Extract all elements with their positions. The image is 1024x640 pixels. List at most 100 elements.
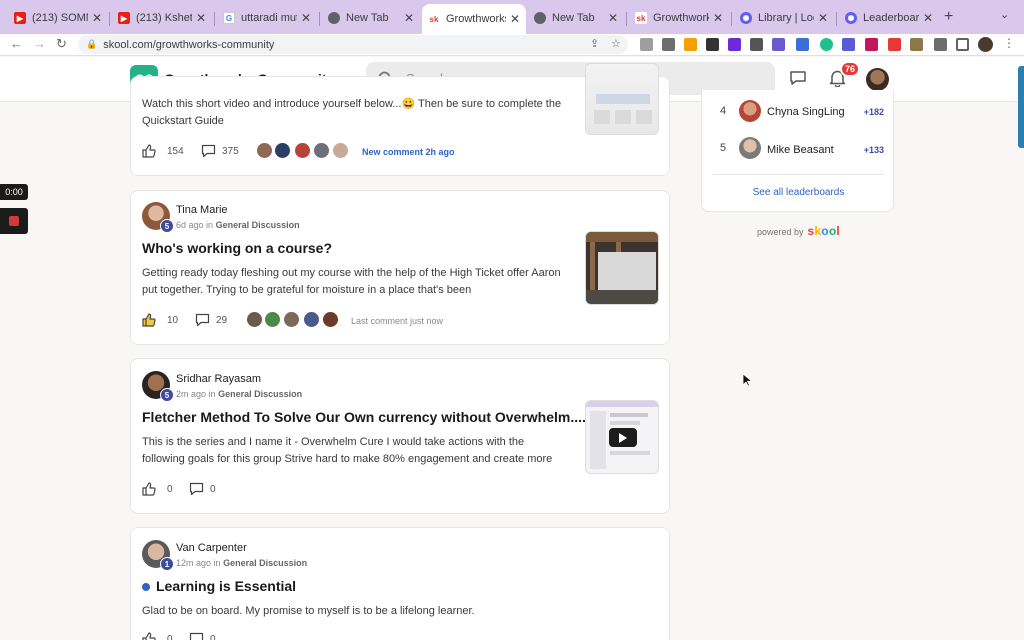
- category-link[interactable]: General Discussion: [223, 558, 307, 568]
- divider: [713, 174, 884, 175]
- leaderboard-rank: 5: [720, 142, 727, 154]
- close-tab-icon[interactable]: ✕: [196, 11, 206, 25]
- close-tab-icon[interactable]: ✕: [301, 11, 311, 25]
- like-icon-filled[interactable]: [142, 313, 156, 327]
- leaderboard-avatar[interactable]: [739, 100, 761, 122]
- tab-search-icon[interactable]: ⌄: [1000, 8, 1009, 21]
- level-badge: 5: [160, 388, 174, 402]
- last-comment-time[interactable]: Last comment just now: [351, 316, 443, 326]
- chrome-icon: [328, 12, 340, 24]
- post-title[interactable]: Learning is Essential: [156, 578, 296, 594]
- extension-icon[interactable]: [772, 38, 785, 51]
- close-tab-icon[interactable]: ✕: [510, 12, 520, 26]
- like-count: 0: [167, 634, 173, 640]
- leaderboard-rank: 4: [720, 105, 727, 117]
- level-badge: 5: [160, 219, 174, 233]
- comment-icon[interactable]: [195, 313, 210, 327]
- share-icon[interactable]: ⇪: [590, 37, 599, 50]
- leaderboard-name[interactable]: Chyna SingLing: [767, 106, 845, 118]
- commenter-avatar: [294, 142, 311, 159]
- extension-icon[interactable]: [640, 38, 653, 51]
- post-thumbnail[interactable]: [585, 63, 659, 135]
- comment-icon[interactable]: [201, 144, 216, 158]
- extension-icon[interactable]: [865, 38, 878, 51]
- comment-icon[interactable]: [189, 482, 204, 496]
- skool-logo: skool: [807, 224, 840, 238]
- browser-tab[interactable]: ▶ (213) Kshetra ✕: [112, 6, 212, 30]
- puzzle-extensions-icon[interactable]: [934, 38, 947, 51]
- extension-icon[interactable]: [888, 38, 901, 51]
- close-tab-icon[interactable]: ✕: [404, 11, 414, 25]
- back-icon[interactable]: ←: [10, 36, 23, 51]
- powered-by[interactable]: powered by skool: [757, 224, 840, 238]
- extension-icon[interactable]: [706, 38, 719, 51]
- close-tab-icon[interactable]: ✕: [608, 11, 618, 25]
- stop-icon: [9, 216, 19, 226]
- skool-icon: sk: [635, 12, 647, 24]
- like-count: 154: [167, 146, 184, 157]
- post-card[interactable]: 5 Tina Marie 6d ago in General Discussio…: [130, 190, 670, 345]
- extension-icon[interactable]: [820, 38, 833, 51]
- play-icon[interactable]: [609, 428, 637, 447]
- leaderboard-avatar[interactable]: [739, 137, 761, 159]
- comment-icon[interactable]: [189, 632, 204, 640]
- extension-icon[interactable]: [728, 38, 741, 51]
- category-link[interactable]: General Discussion: [218, 389, 302, 399]
- bookmark-star-icon[interactable]: ☆: [611, 37, 621, 50]
- chat-icon[interactable]: [789, 70, 807, 86]
- extension-icon[interactable]: [662, 38, 675, 51]
- browser-tab-bar: ▶ (213) SOMNA ✕ ▶ (213) Kshetra ✕ G utta…: [0, 0, 1024, 34]
- forward-icon[interactable]: →: [33, 36, 46, 51]
- loom-icon: ✺: [740, 12, 752, 24]
- browser-tab[interactable]: New Tab ✕: [528, 6, 624, 30]
- unread-dot: [142, 583, 150, 591]
- comment-count: 0: [210, 484, 216, 495]
- recording-timer: 0:00: [0, 184, 28, 200]
- side-panel-icon[interactable]: [956, 38, 969, 51]
- address-bar: ← → ↻ 🔒 skool.com/growthworks-community …: [0, 34, 1024, 56]
- extension-icon[interactable]: [842, 38, 855, 51]
- browser-tab[interactable]: New Tab ✕: [322, 6, 420, 30]
- extension-icon[interactable]: [684, 38, 697, 51]
- extension-icon[interactable]: [750, 38, 763, 51]
- stop-recording-button[interactable]: [0, 208, 28, 234]
- post-title[interactable]: Fletcher Method To Solve Our Own currenc…: [142, 409, 590, 425]
- loom-icon: ✺: [845, 12, 857, 24]
- author-name[interactable]: Tina Marie: [176, 204, 228, 216]
- url-field[interactable]: 🔒 skool.com/growthworks-community: [78, 35, 628, 54]
- extension-icon[interactable]: [796, 38, 809, 51]
- leaderboard-name[interactable]: Mike Beasant: [767, 144, 834, 156]
- browser-tab[interactable]: ▶ (213) SOMNA ✕: [8, 6, 108, 30]
- user-avatar[interactable]: [866, 68, 889, 91]
- reload-icon[interactable]: ↻: [56, 36, 67, 52]
- post-thumbnail[interactable]: [585, 231, 659, 305]
- leaderboard-points: +182: [863, 107, 884, 117]
- see-all-leaderboards-link[interactable]: See all leaderboards: [702, 187, 895, 198]
- author-name[interactable]: Sridhar Rayasam: [176, 373, 261, 385]
- last-comment-time[interactable]: New comment 2h ago: [362, 147, 455, 157]
- post-title[interactable]: Who's working on a course?: [142, 240, 332, 256]
- close-tab-icon[interactable]: ✕: [818, 11, 828, 25]
- post-card[interactable]: 1 Van Carpenter 12m ago in General Discu…: [130, 527, 670, 640]
- browser-tab[interactable]: ✺ Library | Loom ✕: [734, 6, 834, 30]
- profile-icon[interactable]: [978, 37, 993, 52]
- more-menu-icon[interactable]: ⋮: [1003, 36, 1015, 50]
- close-tab-icon[interactable]: ✕: [92, 11, 102, 25]
- like-icon[interactable]: [142, 632, 156, 640]
- close-tab-icon[interactable]: ✕: [713, 11, 723, 25]
- close-tab-icon[interactable]: ✕: [923, 11, 933, 25]
- author-name[interactable]: Van Carpenter: [176, 542, 247, 554]
- post-card[interactable]: Watch this short video and introduce you…: [130, 63, 670, 176]
- browser-tab-active[interactable]: sk Growthworks ✕: [422, 4, 526, 34]
- extension-icon[interactable]: [910, 38, 923, 51]
- browser-tab[interactable]: G uttaradi mutt ✕: [217, 6, 317, 30]
- like-icon[interactable]: [142, 482, 156, 496]
- like-icon[interactable]: [142, 144, 156, 158]
- post-card[interactable]: 5 Sridhar Rayasam 2m ago in General Disc…: [130, 358, 670, 514]
- browser-tab[interactable]: ✺ Leaderboards ✕: [839, 6, 939, 30]
- new-tab-button[interactable]: +: [944, 8, 953, 26]
- side-panel-handle[interactable]: [1018, 66, 1024, 148]
- browser-tab[interactable]: sk Growthworks ✕: [629, 6, 729, 30]
- post-video-thumbnail[interactable]: [585, 400, 659, 474]
- category-link[interactable]: General Discussion: [216, 220, 300, 230]
